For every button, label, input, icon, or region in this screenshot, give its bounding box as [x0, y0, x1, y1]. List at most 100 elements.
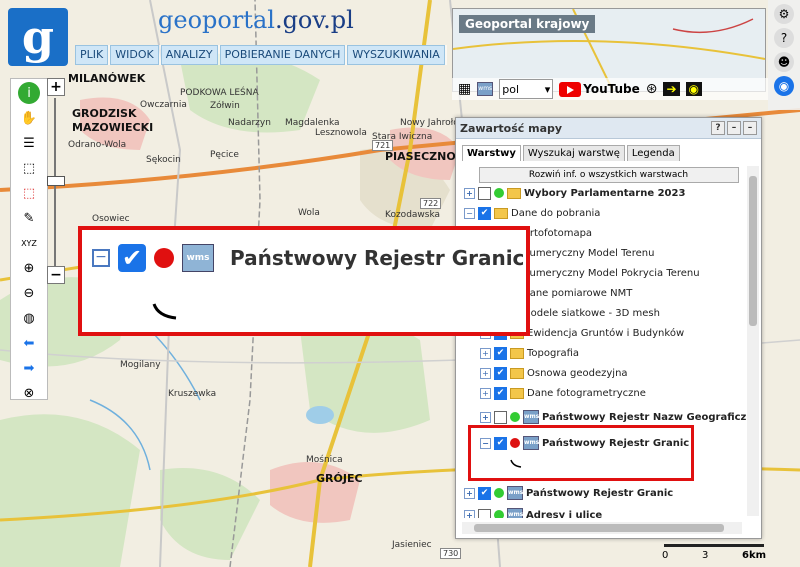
layer-row[interactable]: + ✔ wms Państwowy Rejestr Granic	[464, 484, 673, 502]
layer-checkbox[interactable]	[494, 410, 507, 424]
scrollbar-thumb[interactable]	[749, 176, 757, 326]
map-label-town: PODKOWA LEŚNA	[180, 88, 259, 98]
arrow-left-icon[interactable]: ⬅	[18, 332, 40, 354]
zoom-callout: − ✔ wms Państwowy Rejestr Granic	[78, 226, 530, 336]
geoportal-logo[interactable]: g	[8, 8, 68, 66]
map-label-town: Lesznowola	[315, 128, 367, 138]
map-label-city: GRODZISK	[72, 107, 137, 120]
layer-row[interactable]: Modele siatkowe - 3D mesh	[522, 304, 660, 322]
horizontal-scrollbar[interactable]	[462, 522, 742, 534]
layer-row[interactable]: Dane pomiarowe NMT	[522, 284, 632, 302]
folder-icon	[510, 387, 524, 399]
map-label-town: Odrano-Wola	[68, 140, 127, 150]
pencil-icon[interactable]: ✎	[18, 207, 40, 229]
zoom-slider[interactable]: + −	[47, 78, 65, 288]
layer-row[interactable]: + wms Państwowy Rejestr Nazw Geograficzny	[480, 408, 747, 426]
zoom-in-icon[interactable]: ⊕	[18, 257, 40, 279]
layer-checkbox[interactable]	[478, 508, 491, 518]
expand-icon[interactable]: +	[480, 411, 491, 423]
gear-icon[interactable]: ⚙	[774, 4, 794, 24]
expand-icon[interactable]: +	[480, 347, 491, 359]
list-icon[interactable]: ☰	[18, 132, 40, 154]
panel-title: Zawartość mapy	[460, 121, 563, 135]
layer-checkbox[interactable]: ✔	[478, 206, 491, 220]
layer-label: Dane fotogrametryczne	[527, 387, 646, 399]
menu-item-analizy[interactable]: ANALIZY	[160, 45, 218, 65]
layer-label: Numeryczny Model Pokrycia Terenu	[522, 267, 700, 279]
left-toolbar: i ✋ ☰ ⬚ ⬚ ✎ XYZ ⊕ ⊖ ◍ ⬅ ➡ ⊗	[10, 78, 48, 401]
menu-item-pobieranie[interactable]: POBIERANIE DANYCH	[219, 45, 346, 65]
collapse-icon[interactable]: −	[464, 207, 475, 219]
map-label-city: PIASECZNO	[385, 150, 456, 163]
expand-all-button[interactable]: Rozwiń inf. o wszystkich warstwach	[478, 167, 739, 183]
map-label-town: Osowiec	[92, 214, 130, 224]
collapse-icon: −	[92, 249, 110, 267]
layer-checkbox[interactable]	[478, 186, 491, 200]
layer-checkbox[interactable]: ✔	[494, 386, 507, 400]
menu-item-plik[interactable]: PLIK	[75, 45, 109, 65]
status-dot-icon	[494, 488, 504, 498]
folder-icon	[510, 347, 524, 359]
layer-row[interactable]: + Wybory Parlamentarne 2023	[464, 184, 685, 202]
map-label-town: Nadarzyn	[228, 118, 271, 128]
language-select[interactable]: pol ▾	[499, 79, 554, 99]
layer-row[interactable]: + ✔ Osnowa geodezyjna	[480, 364, 628, 382]
youtube-link[interactable]: YouTube	[559, 81, 640, 97]
menu-item-widok[interactable]: WIDOK	[110, 45, 159, 65]
layer-label: Dane do pobrania	[511, 207, 601, 219]
scrollbar-thumb[interactable]	[474, 524, 724, 532]
info-icon[interactable]: ?	[774, 28, 794, 48]
zoom-minus-button[interactable]: −	[47, 266, 65, 284]
settings-wheel-icon[interactable]: ⊛	[646, 81, 658, 97]
globe-icon[interactable]: ◍	[18, 307, 40, 329]
layer-row[interactable]: − ✔ Dane do pobrania	[464, 204, 600, 222]
person-icon[interactable]: ☻	[774, 52, 794, 72]
logo-letter: g	[21, 10, 55, 64]
site-title: geoportal.gov.pl	[158, 6, 354, 34]
tab-wyszukaj[interactable]: Wyszukaj warstwę	[522, 145, 625, 161]
layer-checkbox[interactable]: ✔	[478, 486, 491, 500]
layer-checkbox[interactable]: ✔	[494, 366, 507, 380]
calculator-icon[interactable]: ▦	[458, 81, 471, 97]
layer-label: Topografia	[527, 347, 580, 359]
layer-row[interactable]: Numeryczny Model Pokrycia Terenu	[522, 264, 700, 282]
layer-label: Ortofotomapa	[522, 227, 593, 239]
menu-item-wyszukiwania[interactable]: WYSZUKIWANIA	[347, 45, 445, 65]
expand-icon[interactable]: +	[480, 387, 491, 399]
tab-legenda[interactable]: Legenda	[626, 145, 680, 161]
expand-icon[interactable]: +	[464, 187, 475, 199]
pan-hand-icon[interactable]: ✋	[18, 107, 40, 129]
zoom-plus-button[interactable]: +	[47, 78, 65, 96]
xyz-icon[interactable]: XYZ	[18, 232, 40, 254]
layer-row[interactable]: Numeryczny Model Terenu	[522, 244, 654, 262]
info-icon[interactable]: i	[18, 82, 40, 104]
crosshair-icon[interactable]: ⊗	[18, 382, 40, 404]
layer-row[interactable]: + ✔ Dane fotogrametryczne	[480, 384, 646, 402]
youtube-label: YouTube	[583, 82, 640, 96]
expand-icon[interactable]: +	[480, 367, 491, 379]
expand-icon[interactable]: +	[464, 509, 475, 518]
eye-icon[interactable]: ◉	[774, 76, 794, 96]
site-title-part: .gov.pl	[274, 6, 354, 34]
eye-icon[interactable]: ◉	[685, 82, 703, 96]
select-icon[interactable]: ⬚	[18, 157, 40, 179]
arrow-right-icon[interactable]: ➔	[663, 82, 680, 96]
minimize-button[interactable]: –	[727, 121, 741, 135]
expand-icon[interactable]: +	[464, 487, 475, 499]
arrow-right-icon[interactable]: ➡	[18, 357, 40, 379]
layer-row[interactable]: + wms Adresy i ulice	[464, 506, 602, 518]
zoom-knob[interactable]	[47, 176, 65, 186]
layer-label: Państwowy Rejestr Nazw Geograficzny	[542, 411, 747, 423]
close-button[interactable]: –	[743, 121, 757, 135]
select-red-icon[interactable]: ⬚	[18, 182, 40, 204]
layer-checkbox[interactable]: ✔	[494, 346, 507, 360]
layer-row[interactable]: Ortofotomapa	[522, 224, 592, 242]
tab-warstwy[interactable]: Warstwy	[462, 145, 521, 161]
help-button[interactable]: ?	[711, 121, 725, 135]
vertical-scrollbar[interactable]	[747, 166, 759, 516]
scale-label: 6km	[742, 550, 767, 561]
status-dot-icon	[494, 188, 504, 198]
wms-icon[interactable]: wms	[477, 82, 494, 96]
zoom-out-icon[interactable]: ⊖	[18, 282, 40, 304]
layer-row[interactable]: + ✔ Topografia	[480, 344, 579, 362]
